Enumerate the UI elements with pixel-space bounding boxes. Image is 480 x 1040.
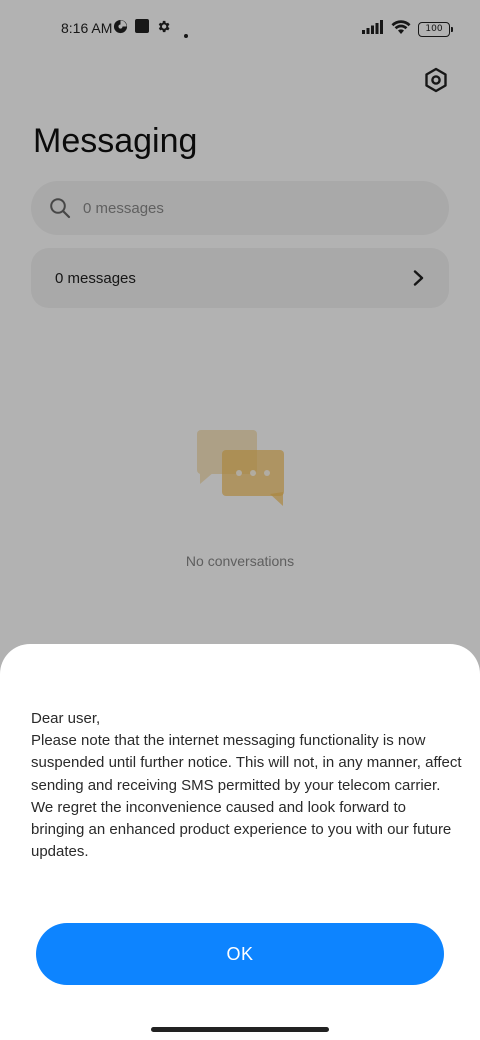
notice-greeting: Dear user, — [31, 710, 101, 727]
messaging-app: 8:16 AM 100 Messaging 0 messages 0 messa… — [0, 0, 480, 1040]
ok-button[interactable]: OK — [36, 923, 444, 985]
notice-body: Please note that the internet messaging … — [31, 732, 462, 861]
home-indicator[interactable] — [151, 1027, 329, 1032]
notice-dialog: Dear user, Please note that the internet… — [0, 644, 480, 1040]
notice-text: Dear user, Please note that the internet… — [31, 708, 463, 863]
